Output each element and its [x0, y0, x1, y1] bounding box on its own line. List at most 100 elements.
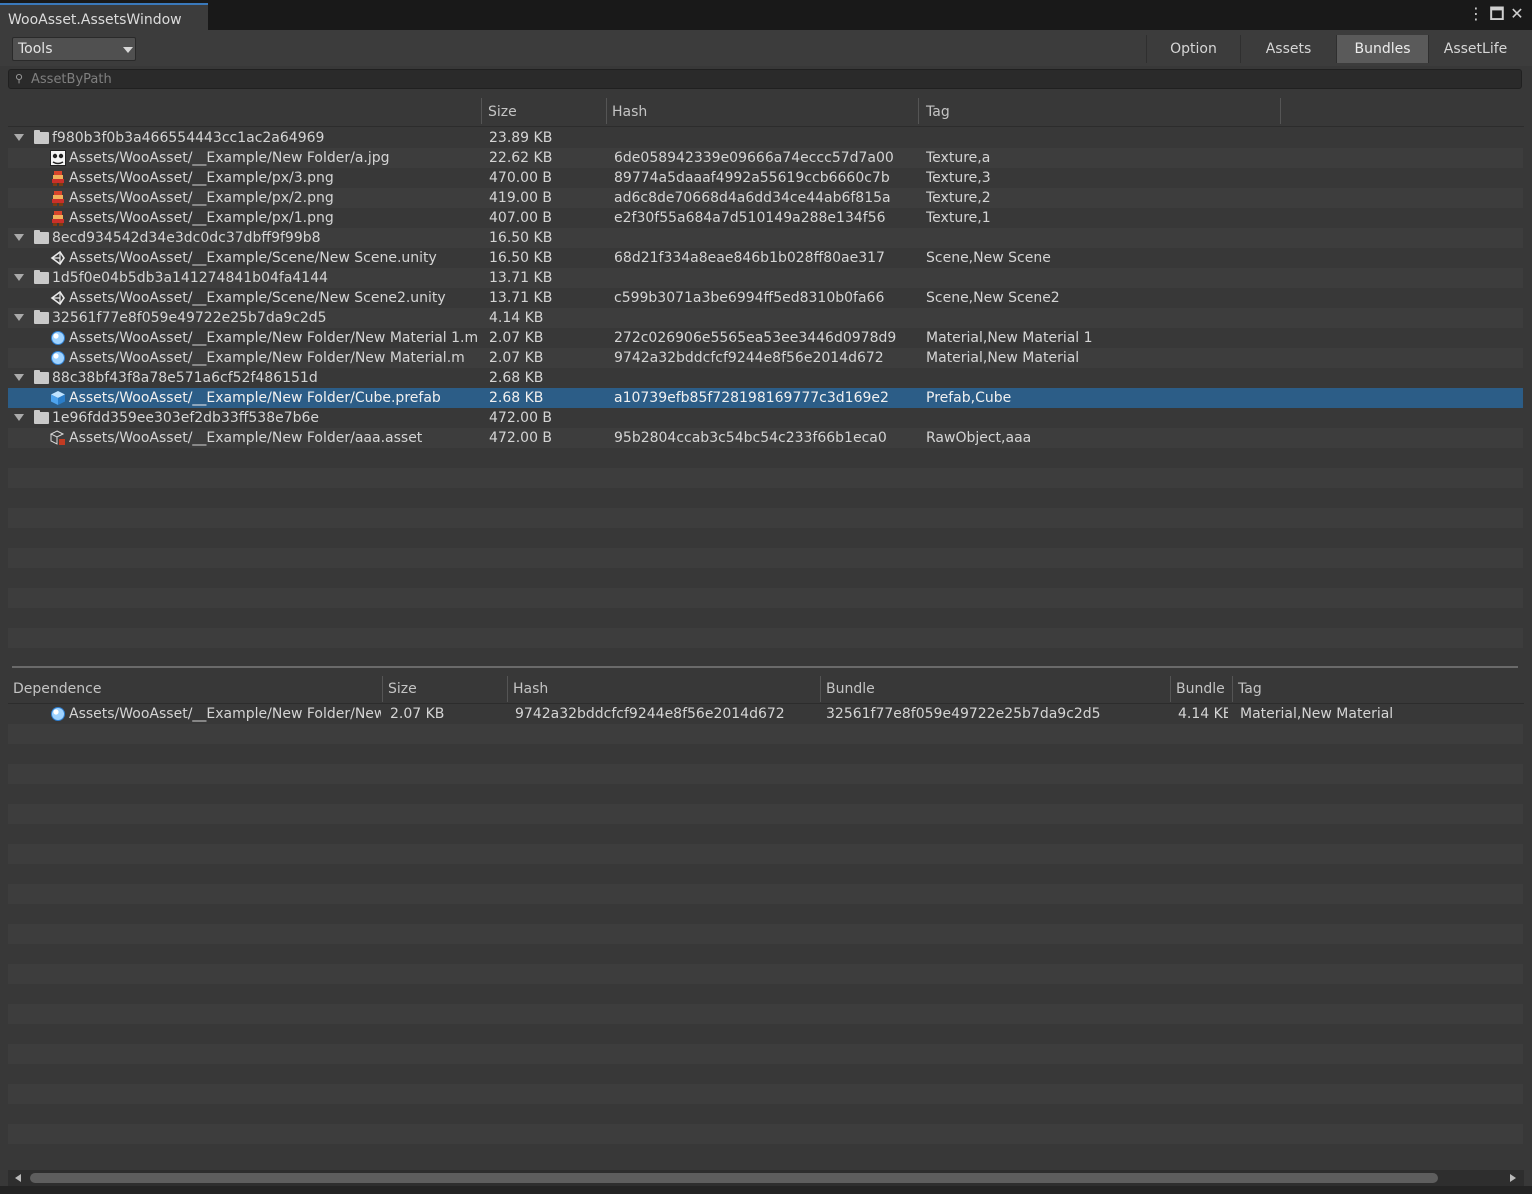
prefab-icon	[50, 390, 66, 406]
dependency-row-bg	[8, 864, 1523, 884]
folder-icon	[34, 130, 49, 144]
asset-row[interactable]: Assets/WooAsset/__Example/Scene/New Scen…	[8, 248, 1523, 268]
asset-path: Assets/WooAsset/__Example/New Folder/Cub…	[69, 390, 441, 406]
column-header-dep-hash[interactable]: Hash	[513, 681, 548, 697]
dependency-row[interactable]: Assets/WooAsset/__Example/New Folder/New…	[8, 704, 1523, 724]
foldout-expanded-icon[interactable]	[14, 314, 24, 321]
material-icon	[50, 330, 66, 346]
asset-row[interactable]: Assets/WooAsset/__Example/New Folder/New…	[8, 328, 1523, 348]
search-bar: ⚲	[8, 69, 1522, 89]
dependency-row-bg	[8, 744, 1523, 764]
asset-row[interactable]: Assets/WooAsset/__Example/New Folder/New…	[8, 348, 1523, 368]
bundle-name: 8ecd934542d34e3dc0dc37dbff9f99b8	[52, 230, 321, 246]
tree-row-bg	[8, 448, 1523, 468]
foldout-expanded-icon[interactable]	[14, 274, 24, 281]
dependency-row-bg	[8, 784, 1523, 804]
bundle-row[interactable]: 1e96fdd359ee303ef2db33ff538e7b6e 472.00 B	[8, 408, 1523, 428]
tools-dropdown[interactable]: Tools	[12, 37, 136, 61]
panel-splitter[interactable]	[12, 666, 1518, 668]
tag-value: Scene,New Scene	[926, 250, 1051, 266]
scroll-left-icon[interactable]	[15, 1174, 21, 1182]
search-input[interactable]	[31, 71, 1431, 87]
asset-row[interactable]: Assets/WooAsset/__Example/New Folder/a.j…	[8, 148, 1523, 168]
tree-row-bg	[8, 468, 1523, 488]
column-header-hash[interactable]: Hash	[612, 104, 647, 120]
asset-path: Assets/WooAsset/__Example/New Folder/New…	[69, 350, 465, 366]
bundle-row[interactable]: 1d5f0e04b5db3a141274841b04fa4144 13.71 KB	[8, 268, 1523, 288]
scroll-right-icon[interactable]	[1510, 1174, 1516, 1182]
tag-value: Texture,2	[926, 190, 991, 206]
tag-value: Material,New Material 1	[926, 330, 1093, 346]
asset-row[interactable]: Assets/WooAsset/__Example/Scene/New Scen…	[8, 288, 1523, 308]
column-divider[interactable]	[1280, 98, 1281, 124]
dependency-row-bg	[8, 824, 1523, 844]
column-header-tag[interactable]: Tag	[926, 104, 950, 120]
dependency-row-bg	[8, 724, 1523, 744]
column-divider[interactable]	[820, 676, 821, 702]
tree-row-bg	[8, 648, 1523, 668]
foldout-expanded-icon[interactable]	[14, 134, 24, 141]
search-icon: ⚲	[15, 72, 24, 85]
column-divider[interactable]	[1232, 676, 1233, 702]
asset-row[interactable]: Assets/WooAsset/__Example/px/2.png 419.00…	[8, 188, 1523, 208]
bundle-row[interactable]: 32561f77e8f059e49722e25b7da9c2d5 4.14 KB	[8, 308, 1523, 328]
column-header-dep-tag[interactable]: Tag	[1238, 681, 1262, 697]
column-divider[interactable]	[918, 98, 919, 124]
window-menu-icon[interactable]: ⋮	[1467, 5, 1485, 23]
column-header-dep-bundle-size[interactable]: Bundle	[1176, 681, 1225, 697]
dependency-row-bg	[8, 1024, 1523, 1044]
asset-path: Assets/WooAsset/__Example/New Folder/aaa…	[69, 430, 423, 446]
size-value: 23.89 KB	[489, 130, 553, 146]
window-tab[interactable]: WooAsset.AssetsWindow	[0, 3, 208, 30]
dependence-path: Assets/WooAsset/__Example/New Folder/New…	[69, 706, 381, 722]
column-header-dependence[interactable]: Dependence	[13, 681, 101, 697]
tag-value: Texture,3	[926, 170, 991, 186]
foldout-expanded-icon[interactable]	[14, 374, 24, 381]
asset-row[interactable]: Assets/WooAsset/__Example/px/3.png 470.00…	[8, 168, 1523, 188]
asset-path: Assets/WooAsset/__Example/Scene/New Scen…	[69, 290, 446, 306]
column-header-dep-bundle[interactable]: Bundle	[826, 681, 875, 697]
material-icon	[50, 706, 66, 722]
asset-row[interactable]: Assets/WooAsset/__Example/New Folder/Cub…	[8, 388, 1523, 408]
asset-path: Assets/WooAsset/__Example/px/3.png	[69, 170, 334, 186]
column-divider[interactable]	[507, 676, 508, 702]
column-header-dep-size[interactable]: Size	[388, 681, 417, 697]
bundle-row[interactable]: f980b3f0b3a466554443cc1ac2a64969 23.89 KB	[8, 128, 1523, 148]
tree-row-bg	[8, 628, 1523, 648]
tab-assets[interactable]: Assets	[1240, 35, 1336, 63]
column-divider[interactable]	[382, 676, 383, 702]
asset-row[interactable]: Assets/WooAsset/__Example/px/1.png 407.00…	[8, 208, 1523, 228]
scrollbar-thumb[interactable]	[30, 1173, 1438, 1183]
column-header-size[interactable]: Size	[488, 104, 517, 120]
size-value: 2.68 KB	[489, 370, 544, 386]
maximize-icon[interactable]: 🗖	[1488, 5, 1506, 23]
tab-assetlife[interactable]: AssetLife	[1428, 35, 1522, 63]
hash-value: 95b2804ccab3c54bc54c233f66b1eca0	[614, 430, 887, 446]
tab-option[interactable]: Option	[1146, 35, 1240, 63]
column-divider[interactable]	[481, 98, 482, 124]
window-title: WooAsset.AssetsWindow	[8, 12, 182, 28]
asset-row[interactable]: Assets/WooAsset/__Example/New Folder/aaa…	[8, 428, 1523, 448]
asset-path: Assets/WooAsset/__Example/px/2.png	[69, 190, 334, 206]
foldout-expanded-icon[interactable]	[14, 234, 24, 241]
rawobject-icon	[49, 430, 66, 446]
horizontal-scrollbar[interactable]	[8, 1170, 1524, 1186]
bundle-name: 1d5f0e04b5db3a141274841b04fa4144	[52, 270, 329, 286]
tab-bundles[interactable]: Bundles	[1336, 35, 1428, 63]
tag-value: Material,New Material	[1240, 706, 1394, 722]
bundle-name: 32561f77e8f059e49722e25b7da9c2d5	[52, 310, 327, 326]
column-divider[interactable]	[606, 98, 607, 124]
size-value: 13.71 KB	[489, 290, 553, 306]
size-value: 472.00 B	[489, 430, 553, 446]
bundle-row[interactable]: 8ecd934542d34e3dc0dc37dbff9f99b8 16.50 KB	[8, 228, 1523, 248]
bundle-name: 88c38bf43f8a78e571a6cf52f486151d	[52, 370, 318, 386]
size-value: 470.00 B	[489, 170, 553, 186]
size-value: 2.07 KB	[489, 350, 544, 366]
foldout-expanded-icon[interactable]	[14, 414, 24, 421]
bundle-row[interactable]: 88c38bf43f8a78e571a6cf52f486151d 2.68 KB	[8, 368, 1523, 388]
window-titlebar	[0, 0, 1532, 30]
close-icon[interactable]: ✕	[1508, 5, 1526, 23]
size-value: 407.00 B	[489, 210, 553, 226]
dependency-row-bg	[8, 1004, 1523, 1024]
column-divider[interactable]	[1170, 676, 1171, 702]
